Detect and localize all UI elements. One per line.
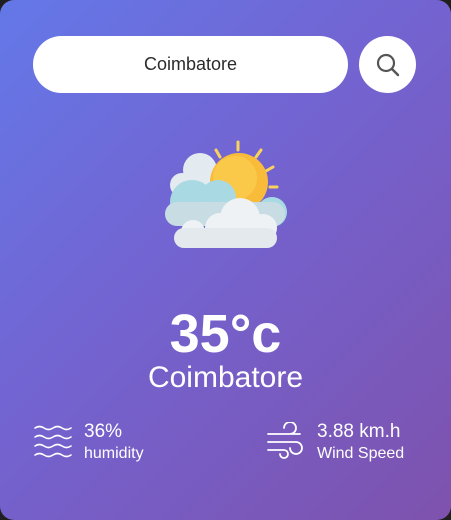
wind-speed-value: 3.88 km.h — [317, 420, 401, 442]
humidity-label: humidity — [84, 444, 144, 462]
humidity-waves-icon — [33, 422, 73, 462]
search-bar — [33, 36, 416, 93]
wind-icon — [266, 422, 306, 462]
humidity-detail: 36% humidity — [33, 418, 144, 466]
search-icon — [375, 52, 401, 78]
humidity-value: 36% — [84, 420, 123, 442]
search-button[interactable] — [359, 36, 416, 93]
temperature: 35°c — [169, 304, 282, 364]
wind-speed-label: Wind Speed — [317, 444, 405, 462]
wind-detail: 3.88 km.h Wind Speed — [266, 418, 404, 466]
weather-card: 35°c Coimbatore 36% humidity — [0, 0, 451, 520]
city-name: Coimbatore — [147, 361, 304, 394]
sun-behind-clouds-icon — [160, 140, 290, 252]
search-input[interactable] — [33, 36, 348, 93]
